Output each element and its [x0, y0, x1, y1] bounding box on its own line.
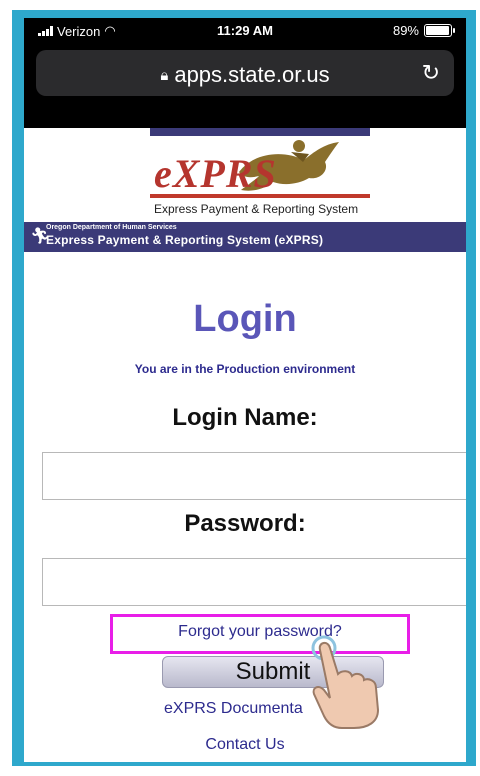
lock-icon: 🔒︎: [160, 67, 169, 84]
documentation-link[interactable]: eXPRS Documenta: [164, 700, 303, 718]
system-name: Express Payment & Reporting System (eXPR…: [46, 233, 324, 247]
phone-screen: Verizon ◠ 11:29 AM 89% 🔒︎ apps.state.or.u…: [24, 18, 466, 762]
logo-underline: [150, 194, 370, 198]
login-name-label: Login Name:: [172, 404, 318, 431]
battery-status: 89%: [392, 23, 455, 38]
environment-note: You are in the Production environment: [134, 362, 356, 376]
password-label: Password:: [184, 510, 306, 537]
page-title: Login: [193, 298, 297, 340]
reload-icon[interactable]: ↻: [422, 60, 440, 86]
address-bar[interactable]: 🔒︎ apps.state.or.us ↻: [36, 50, 454, 96]
device-frame: Verizon ◠ 11:29 AM 89% 🔒︎ apps.state.or.u…: [12, 10, 476, 766]
agency-name: Oregon Department of Human Services: [46, 224, 177, 231]
agency-band: 🏃︎ Oregon Department of Human Services E…: [24, 222, 466, 252]
login-name-input[interactable]: [42, 452, 466, 500]
battery-percent: 89%: [392, 23, 419, 38]
url-display: 🔒︎ apps.state.or.us: [36, 62, 454, 88]
password-input[interactable]: [42, 558, 466, 606]
banner-tagline: Express Payment & Reporting System: [154, 202, 359, 216]
url-text: apps.state.or.us: [174, 62, 330, 87]
exprs-logo: eXPRS: [154, 151, 277, 196]
status-bar: Verizon ◠ 11:29 AM 89%: [24, 18, 466, 44]
browser-chrome: Verizon ◠ 11:29 AM 89% 🔒︎ apps.state.or.u…: [24, 18, 466, 128]
battery-icon: [424, 24, 455, 37]
site-banner: eXPRS Express Payment & Reporting System…: [24, 128, 466, 252]
contact-us-link[interactable]: Contact Us: [24, 736, 466, 754]
tap-hand-icon: [311, 635, 380, 729]
